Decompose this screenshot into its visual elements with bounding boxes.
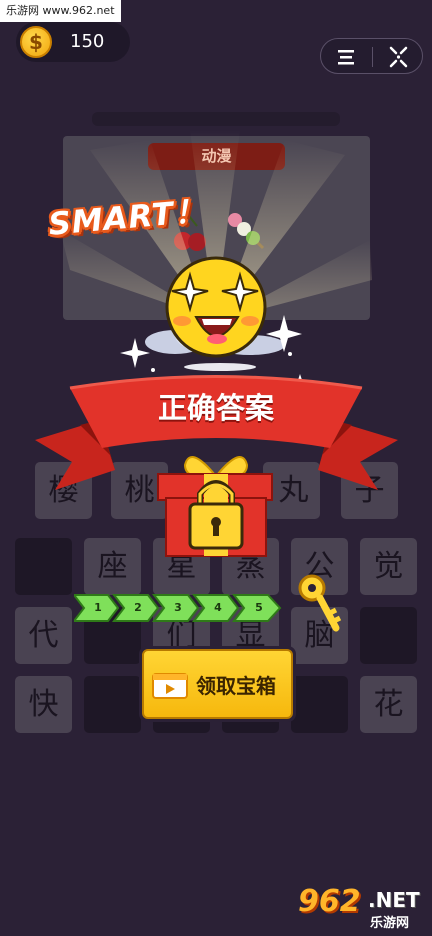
watermark-site: 乐游网 xyxy=(370,916,410,931)
progress-step: 5 xyxy=(255,601,263,614)
locked-gift-box xyxy=(157,456,273,557)
video-icon xyxy=(152,673,188,699)
progress-step: 1 xyxy=(94,601,102,614)
progress-step: 3 xyxy=(174,601,182,614)
watermark-domain: .NET xyxy=(368,888,420,912)
progress-step: 2 xyxy=(134,601,142,614)
game-screen: 乐游网 www.962.net $ 150 SMART！ 樱 桃 丸 子 座 星… xyxy=(0,0,432,936)
watermark-logo: 962 .NET 乐游网 xyxy=(290,884,428,932)
claim-button-face: 领取宝箱 xyxy=(142,649,293,719)
claim-chest-button[interactable]: 领取宝箱 xyxy=(139,646,296,722)
watermark-number: 962 xyxy=(298,884,361,919)
key-icon xyxy=(298,574,342,632)
progress-step: 4 xyxy=(214,601,222,614)
claim-button-label: 领取宝箱 xyxy=(196,674,276,698)
